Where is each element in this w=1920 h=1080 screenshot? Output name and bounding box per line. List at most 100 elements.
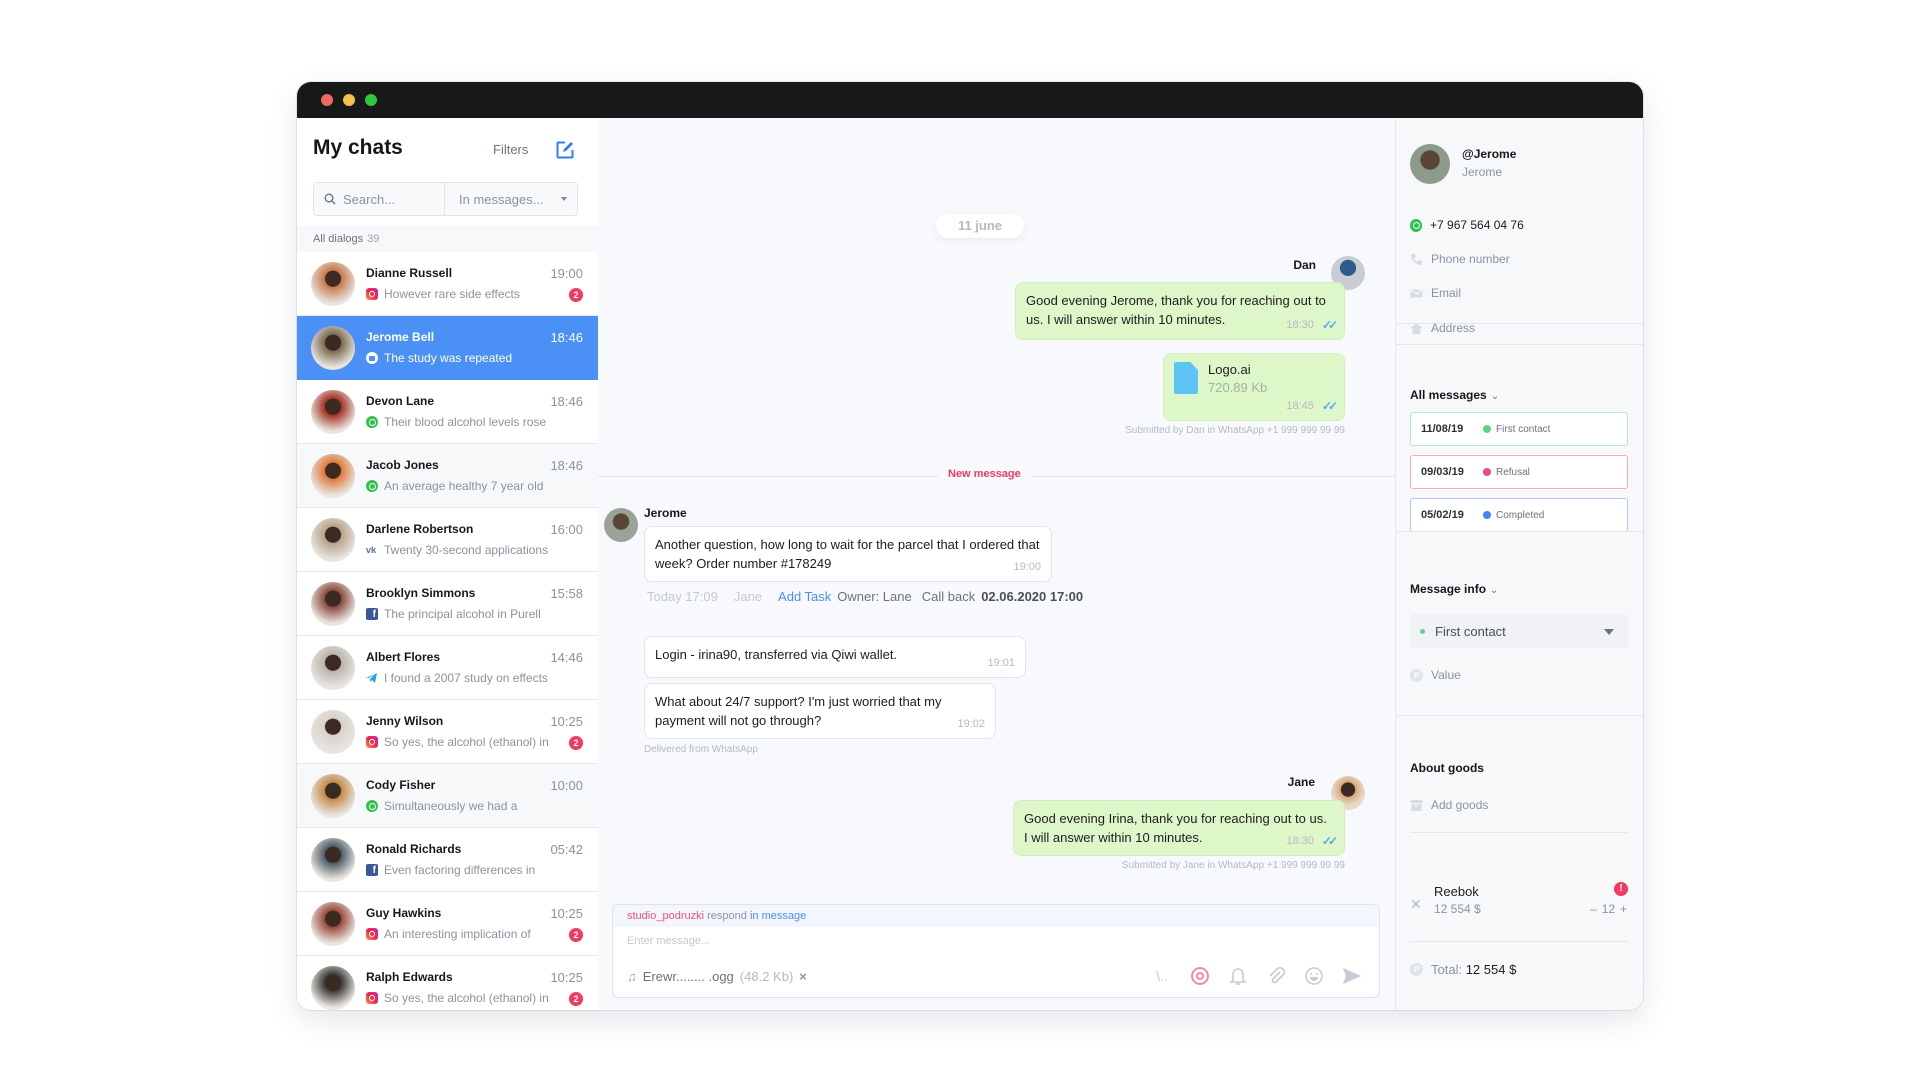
avatar — [311, 838, 355, 882]
filters-button[interactable]: Filters — [493, 142, 528, 157]
dialogs-label: All dialogs — [313, 233, 364, 245]
phone-field[interactable]: Phone number — [1410, 252, 1510, 266]
search-scope-select[interactable]: In messages... — [445, 183, 577, 215]
compose-icon[interactable] — [555, 140, 575, 160]
minimize-window-button[interactable] — [343, 94, 355, 106]
contact-handle: @Jerome — [1462, 147, 1517, 161]
file-icon — [1174, 362, 1198, 394]
send-icon[interactable] — [1341, 965, 1363, 987]
task-owner: Owner: Lane — [837, 589, 912, 604]
add-task-link[interactable]: Add Task — [778, 589, 831, 604]
date-separator: 11 june — [936, 214, 1024, 238]
chat-list-item[interactable]: Cody Fisher 10:00 Simultaneously we had a — [297, 764, 598, 828]
callback-date: 02.06.2020 17:00 — [981, 589, 1084, 604]
composer-toolbar: \.. — [1151, 965, 1363, 987]
address-field[interactable]: Address — [1410, 321, 1475, 335]
value-field[interactable]: P Value — [1410, 668, 1461, 682]
reply-message-link[interactable]: in message — [750, 910, 806, 922]
instagram-icon — [366, 288, 378, 300]
chat-list-item[interactable]: Ronald Richards 05:42 f Even factoring diff… — [297, 828, 598, 892]
history-card[interactable]: 09/03/19 Refusal — [1410, 455, 1628, 489]
history-date: 05/02/19 — [1421, 509, 1464, 521]
chat-time: 05:42 — [550, 842, 583, 857]
reply-user[interactable]: studio_podruzki — [627, 910, 704, 922]
message-input[interactable] — [627, 935, 1327, 947]
remove-attachment-button[interactable]: × — [799, 969, 807, 984]
whatsapp-icon — [366, 800, 378, 812]
bell-icon[interactable] — [1227, 965, 1249, 987]
search-input[interactable]: Search... — [314, 183, 445, 215]
message-meta: Delivered from WhatsApp — [644, 744, 758, 755]
chat-list-item[interactable]: Darlene Robertson 16:00 vk Twenty 30-second… — [297, 508, 598, 572]
incoming-message: Login - irina90, transferred via Qiwi wa… — [644, 636, 1026, 678]
emoji-icon[interactable] — [1303, 965, 1325, 987]
chat-preview: vk Twenty 30-second applications — [366, 543, 549, 557]
increase-quantity-button[interactable]: + — [1620, 902, 1627, 916]
all-messages-toggle[interactable]: All messages ⌄ — [1410, 388, 1499, 402]
chat-time: 16:00 — [550, 522, 583, 537]
maximize-window-button[interactable] — [365, 94, 377, 106]
message-composer: studio_podruzki respond in message ♫ Ere… — [612, 904, 1380, 998]
total-label: Total: — [1431, 962, 1463, 977]
message-text: Good evening Irina, thank you for reachi… — [1024, 811, 1327, 845]
chat-list-item[interactable]: Jacob Jones 18:46 An average healthy 7 yea… — [297, 444, 598, 508]
history-card[interactable]: 05/02/19 Completed — [1410, 498, 1628, 532]
paperclip-icon[interactable] — [1265, 965, 1287, 987]
attachment-size: (48.2 Kb) — [739, 969, 794, 984]
chat-list-item[interactable]: Devon Lane 18:46 Their blood alcohol level… — [297, 380, 598, 444]
outgoing-message: Good evening Jerome, thank you for reach… — [1015, 282, 1345, 340]
alert-icon: ! — [1614, 882, 1628, 896]
quantity-stepper: – 12 + — [1590, 902, 1627, 916]
sender-name: Jerome — [644, 506, 687, 520]
instagram-icon — [366, 736, 378, 748]
chat-list-item[interactable]: Jerome Bell 18:46 The study was repeated — [297, 316, 598, 380]
divider — [1396, 531, 1643, 532]
decrease-quantity-button[interactable]: – — [1590, 902, 1597, 916]
divider — [1396, 715, 1643, 716]
chat-list-item[interactable]: Guy Hawkins 10:25 An interesting implicati… — [297, 892, 598, 956]
eye-icon[interactable] — [1189, 965, 1211, 987]
email-field[interactable]: Email — [1410, 286, 1461, 300]
whatsapp-icon — [1410, 218, 1422, 232]
history-card[interactable]: 11/08/19 First contact — [1410, 412, 1628, 446]
whatsapp-phone-row[interactable]: +7 967 564 04 76 — [1410, 218, 1524, 232]
facebook-icon: f — [366, 864, 378, 876]
chat-list-item[interactable]: Brooklyn Simmons 15:58 f The principal alco… — [297, 572, 598, 636]
chat-preview: So yes, the alcohol (ethanol) in — [366, 991, 568, 1005]
unread-badge: 2 — [569, 928, 583, 942]
avatar — [311, 454, 355, 498]
close-window-button[interactable] — [321, 94, 333, 106]
search-bar: Search... In messages... — [313, 182, 578, 216]
chat-time: 10:25 — [550, 714, 583, 729]
history-status: Refusal — [1496, 466, 1530, 478]
mail-icon — [366, 352, 378, 364]
chat-list-item[interactable]: Jenny Wilson 10:25 So yes, the alcohol (et… — [297, 700, 598, 764]
dialogs-header: All dialogs 39 — [297, 226, 598, 252]
chat-list-item[interactable]: Dianne Russell 19:00 However rare side eff… — [297, 252, 598, 316]
file-message[interactable]: Logo.ai 720.89 Kb 18:45 ✓✓ — [1163, 353, 1345, 421]
unread-badge: 2 — [569, 992, 583, 1006]
add-goods-button[interactable]: Add goods — [1410, 798, 1488, 812]
chat-list-item[interactable]: Ralph Edwards 10:25 So yes, the alcohol (e… — [297, 956, 598, 1010]
contact-name: Jerome — [1462, 165, 1503, 179]
file-name: Logo.ai — [1208, 362, 1251, 377]
remove-good-button[interactable]: ✕ — [1410, 896, 1422, 913]
chat-list-item[interactable]: Albert Flores 14:46 I found a 2007 study o… — [297, 636, 598, 700]
search-icon — [324, 193, 336, 205]
new-message-label: New message — [938, 468, 1031, 480]
whatsapp-phone: +7 967 564 04 76 — [1430, 218, 1524, 232]
template-icon[interactable]: \.. — [1151, 965, 1173, 987]
chat-preview: So yes, the alcohol (ethanol) in — [366, 735, 568, 749]
status-dot — [1483, 425, 1491, 433]
divider — [1410, 832, 1628, 833]
chat-time: 18:46 — [550, 330, 583, 345]
chevron-down-icon — [1604, 629, 1614, 635]
instagram-icon — [366, 992, 378, 1004]
history-status: Completed — [1496, 509, 1545, 521]
attachment: ♫ Erewr........ .ogg (48.2 Kb) × — [627, 969, 807, 984]
sender-name: Dan — [1293, 258, 1316, 272]
message-info-toggle[interactable]: Message info ⌄ — [1410, 582, 1498, 596]
message-status-select[interactable]: First contact — [1410, 614, 1628, 648]
chat-list[interactable]: Dianne Russell 19:00 However rare side eff… — [297, 252, 598, 1010]
good-price: 12 554 $ — [1434, 902, 1481, 916]
